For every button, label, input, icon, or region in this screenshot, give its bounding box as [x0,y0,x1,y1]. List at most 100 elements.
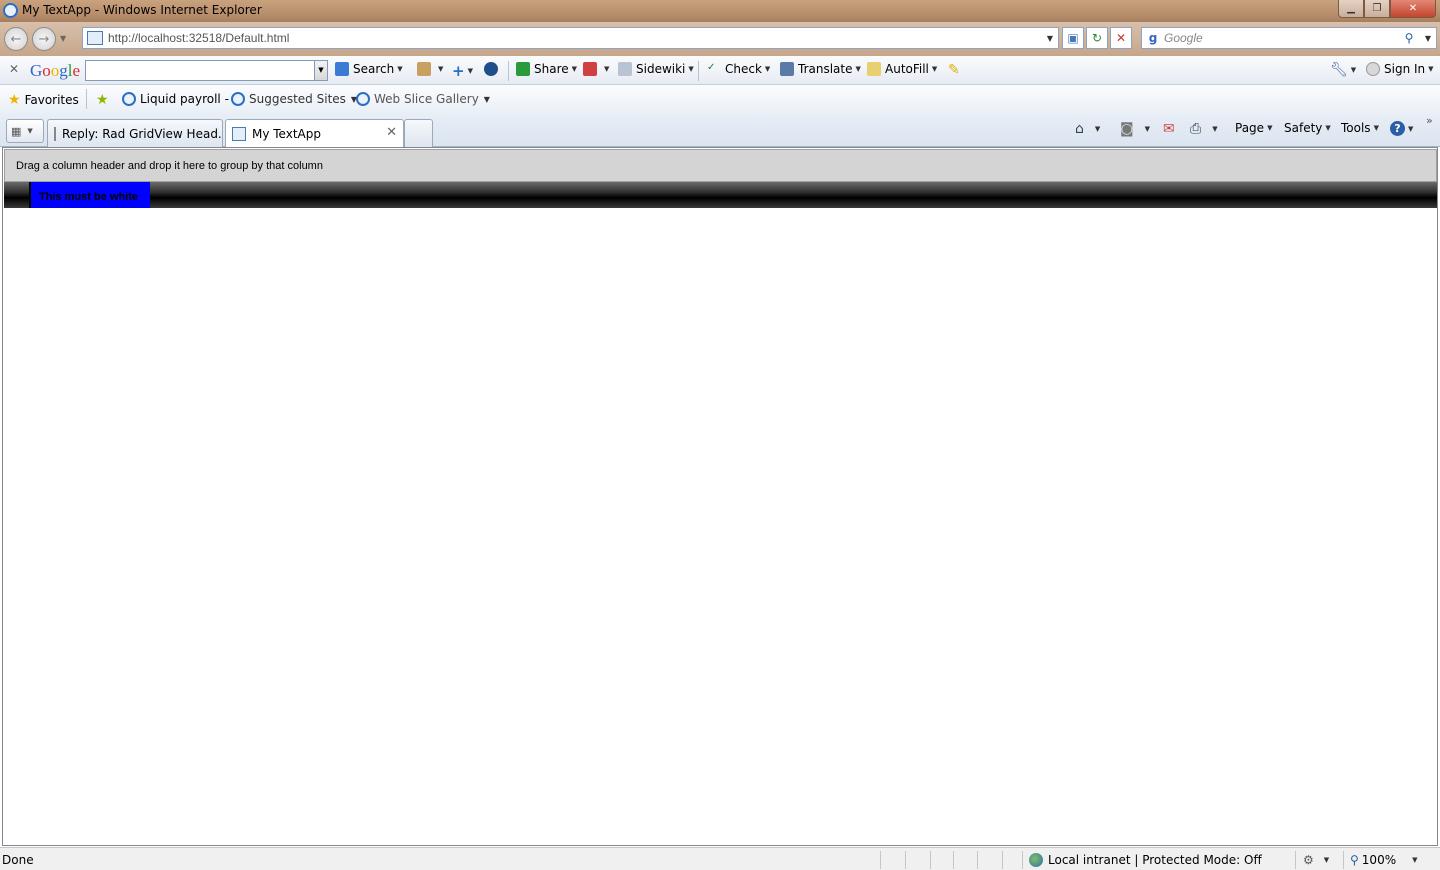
wrench-icon: 🔧︎ [1330,62,1348,78]
add-favorite-icon: ★ [96,92,109,108]
favorites-button[interactable]: ★ Favorites [8,92,79,108]
help-menu[interactable]: ? ▼ [1390,121,1413,136]
search-box[interactable]: g Google ⚲ ▼ [1141,27,1437,49]
tab-reply-rad-gridview[interactable]: Reply: Rad GridView Head... [47,119,223,147]
google-search-input[interactable] [85,60,315,81]
compatibility-icon: ▣ [1067,31,1079,45]
window-controls: ▁ ❐ ✕ [1338,0,1436,18]
check-button[interactable]: ✓ Check ▼ [707,62,770,76]
ie-logo-icon [3,3,18,18]
popup-blocker-button[interactable]: ▼ [583,62,609,76]
bookmarks-button[interactable]: ▼ [417,62,443,76]
minimize-button[interactable]: ▁ [1338,0,1364,18]
forward-button[interactable]: → [32,27,56,51]
search-icon[interactable]: ⚲ [1398,31,1420,45]
column-header[interactable]: This must be white [29,182,150,208]
home-button[interactable]: ⌂ ▼ [1075,121,1100,137]
autofill-button[interactable]: AutoFill ▼ [867,62,937,76]
sign-in-button[interactable]: Sign In ▼ [1366,62,1434,76]
spellcheck-icon: ✓ [707,62,716,73]
popup-status-button[interactable]: ⚙ ▼ [1303,853,1329,867]
tab-page-icon [232,126,246,141]
print-button[interactable]: ⎙ ▼ [1190,121,1218,137]
tab-row: ▦ ▼ Reply: Rad GridView Head... My TextAp… [0,114,1440,147]
zoom-magnifier-icon: ⚲ [1350,853,1359,867]
share-button[interactable]: Share ▼ [516,62,577,76]
home-icon: ⌂ [1075,121,1084,137]
sidewiki-icon [618,62,632,76]
share-icon [516,62,530,76]
help-icon: ? [1390,121,1405,136]
close-window-button[interactable]: ✕ [1390,0,1436,18]
favorite-link-suggested-sites[interactable]: Suggested Sites ▼ [231,92,357,106]
quick-tabs-icon: ▦ [11,124,22,138]
google-search-icon [335,62,349,76]
refresh-icon: ↻ [1091,31,1103,45]
group-panel[interactable]: Drag a column header and drop it here to… [4,149,1437,182]
bookmark-icon [417,62,431,76]
ie-page-icon [231,92,245,106]
popup-blocker-icon [583,62,597,76]
settings-button[interactable]: 🔧︎ ▼ [1330,62,1356,78]
translate-icon [780,62,794,76]
highlighter-icon: ✎ [948,62,960,78]
new-tab-button[interactable] [404,119,433,147]
mail-icon: ✉ [1163,121,1175,137]
pagerank-button[interactable] [484,62,502,76]
quick-tabs-button[interactable]: ▦ ▼ [6,119,44,143]
back-arrow-icon: ← [10,31,22,47]
google-logo: Google [30,61,81,80]
favorite-link-liquid-payroll[interactable]: Liquid payroll - [122,92,229,106]
tab-label: Reply: Rad GridView Head... [62,126,223,141]
address-url[interactable]: http://localhost:32518/Default.html [108,31,1042,45]
tools-menu[interactable]: Tools ▼ [1341,121,1379,135]
stop-icon: ✕ [1115,31,1127,45]
more-button[interactable]: + ▼ [452,62,473,80]
security-zone[interactable]: Local intranet | Protected Mode: Off [1029,853,1262,867]
feeds-button[interactable]: ◙ ▼ [1120,121,1150,137]
user-icon [1366,62,1380,76]
recent-pages-dropdown[interactable]: ▼ [60,34,66,43]
toolbar-overflow-chevron-icon[interactable]: » [1426,114,1433,127]
window-title: My TextApp - Windows Internet Explorer [22,3,262,17]
plus-icon: + [452,62,465,80]
popup-status-icon: ⚙ [1303,853,1314,867]
printer-icon: ⎙ [1190,121,1202,137]
forward-arrow-icon: → [38,31,50,47]
search-options-dropdown[interactable]: ▼ [1420,34,1436,43]
title-bar: My TextApp - Windows Internet Explorer ▁… [0,0,1440,22]
refresh-button[interactable]: ↻ [1086,27,1108,49]
column-header-label: This must be white [39,191,139,203]
restore-button[interactable]: ❐ [1364,0,1390,18]
sidewiki-button[interactable]: Sidewiki ▼ [618,62,694,76]
zoom-button[interactable]: ⚲ 100% ▼ [1350,853,1418,867]
grid-header-row: This must be white [4,182,1437,208]
favorites-star-icon: ★ [8,92,21,108]
google-search-history-dropdown[interactable]: ▼ [314,60,328,81]
page-icon [87,31,103,45]
stop-button[interactable]: ✕ [1110,27,1132,49]
highlight-button[interactable]: ✎ [948,62,960,78]
tab-my-textapp[interactable]: My TextApp ✕ [225,119,404,147]
favorites-bar: ★ Favorites ★ Liquid payroll - Suggested … [0,85,1440,114]
back-button[interactable]: ← [4,27,28,51]
search-input[interactable]: Google [1164,31,1398,45]
close-tab-icon[interactable]: ✕ [386,125,397,140]
address-dropdown-icon[interactable]: ▼ [1042,34,1058,43]
status-text: Done [2,853,34,867]
google-search-provider-icon: g [1148,31,1158,45]
add-to-favorites-bar-button[interactable]: ★ [96,92,113,108]
compatibility-view-button[interactable]: ▣ [1062,27,1084,49]
page-content: Drag a column header and drop it here to… [2,147,1438,846]
translate-button[interactable]: Translate ▼ [780,62,861,76]
group-panel-text: Drag a column header and drop it here to… [16,160,323,172]
favorite-link-web-slice-gallery[interactable]: Web Slice Gallery ▼ [356,92,490,106]
read-mail-button[interactable]: ✉ [1163,121,1178,137]
globe-icon [484,62,498,76]
close-toolbar-icon[interactable]: ✕ [9,62,19,76]
status-bar: Done Local intranet | Protected Mode: Of… [0,847,1440,870]
google-search-button[interactable]: Search ▼ [335,62,403,76]
page-menu[interactable]: Page ▼ [1235,121,1272,135]
address-bar[interactable]: http://localhost:32518/Default.html ▼ [82,27,1059,49]
safety-menu[interactable]: Safety ▼ [1284,121,1331,135]
